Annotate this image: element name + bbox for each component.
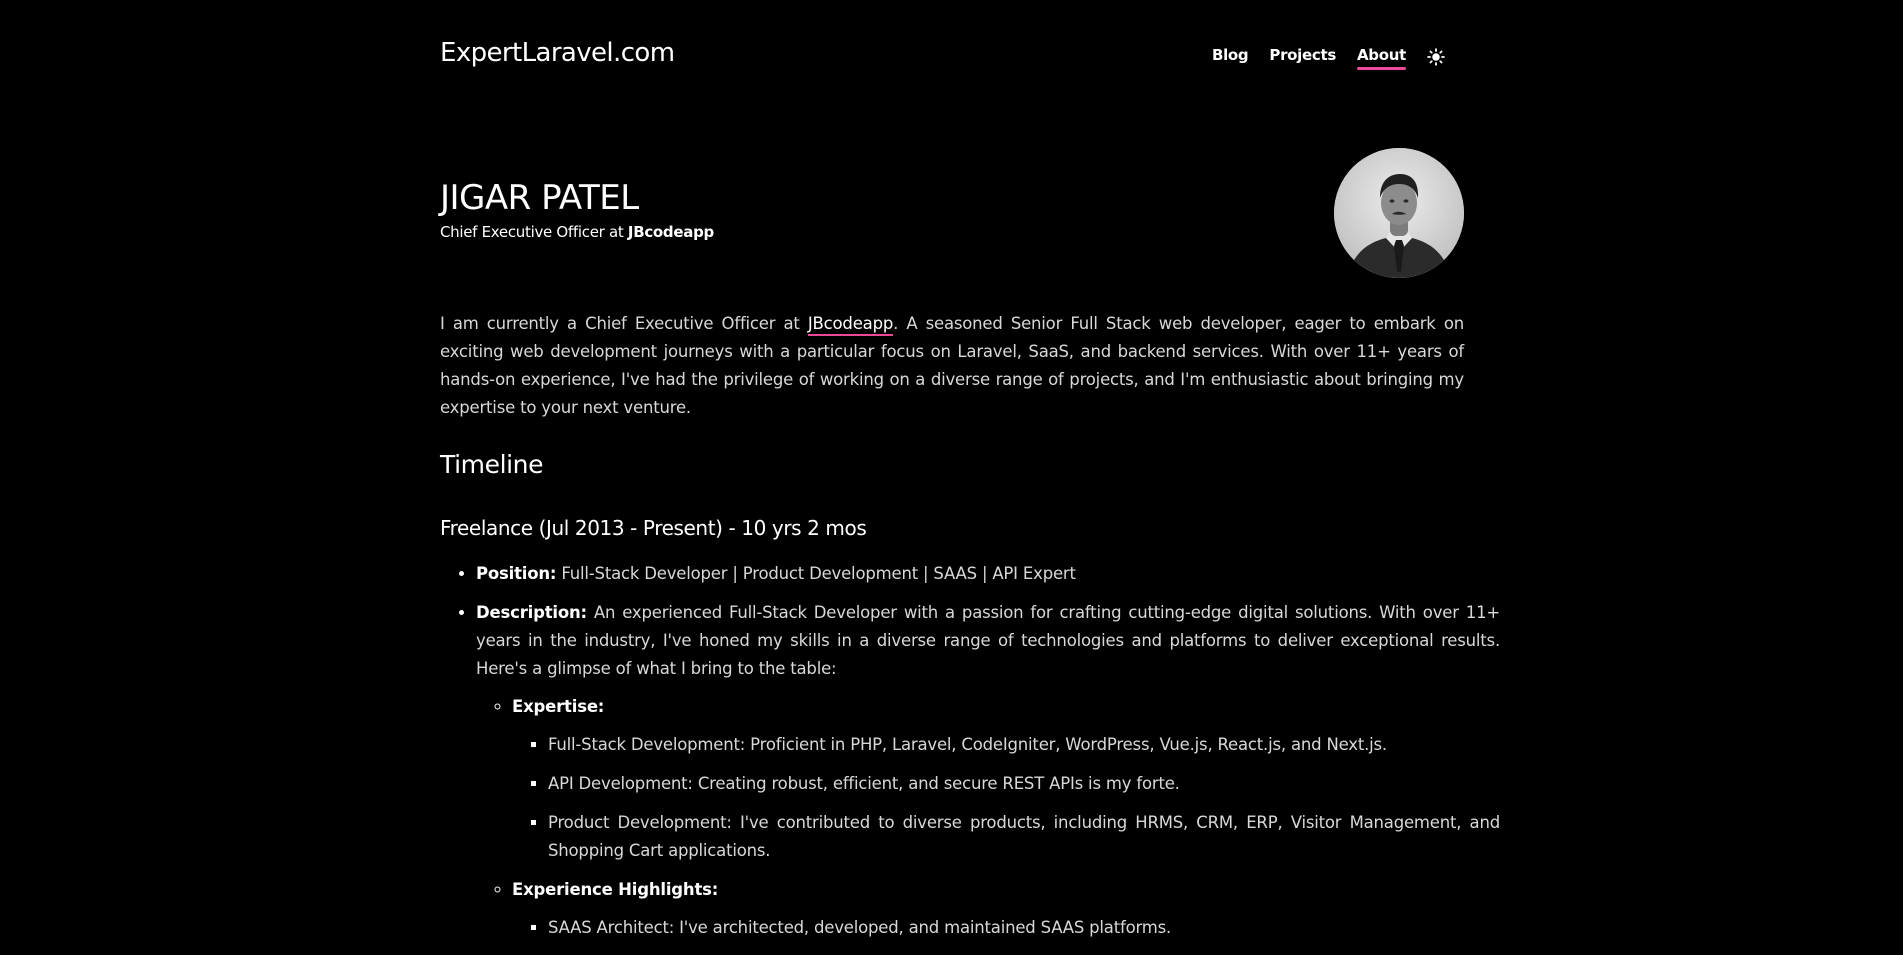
nav-projects-link[interactable]: Projects bbox=[1269, 46, 1336, 68]
expertise-label: Expertise: bbox=[512, 697, 605, 716]
expertise-list: Full-Stack Development: Proficient in PH… bbox=[512, 731, 1500, 865]
list-item: Full-Stack Development: Proficient in PH… bbox=[548, 731, 1500, 759]
list-item: SAAS Architect: I've architected, develo… bbox=[548, 914, 1500, 942]
site-header: ExpertLaravel.com Blog Projects About bbox=[440, 38, 1464, 78]
avatar bbox=[1334, 148, 1464, 278]
list-item: Product Development: I've contributed to… bbox=[548, 809, 1500, 865]
company-link[interactable]: JBcodeapp bbox=[807, 314, 893, 336]
job-title: Freelance (Jul 2013 - Present) - 10 yrs … bbox=[440, 516, 867, 540]
job-details-list: Position: Full-Stack Developer | Product… bbox=[440, 560, 1500, 953]
profile-role-prefix: Chief Executive Officer at bbox=[440, 223, 624, 241]
list-item: API Development: Creating robust, effici… bbox=[548, 770, 1500, 798]
list-item-description: Description: An experienced Full-Stack D… bbox=[476, 599, 1500, 942]
list-item-expertise: Expertise: Full-Stack Development: Profi… bbox=[512, 693, 1500, 865]
highlights-label: Experience Highlights: bbox=[512, 880, 719, 899]
nav-blog-link[interactable]: Blog bbox=[1212, 46, 1249, 68]
position-label: Position: bbox=[476, 564, 557, 583]
profile-role: Chief Executive Officer at JBcodeapp bbox=[440, 223, 714, 241]
timeline-heading: Timeline bbox=[440, 450, 544, 479]
sun-icon bbox=[1427, 48, 1445, 66]
list-item-highlights: Experience Highlights: SAAS Architect: I… bbox=[512, 876, 1500, 942]
profile-name: JIGAR PATEL bbox=[440, 178, 639, 218]
description-sublist: Expertise: Full-Stack Development: Profi… bbox=[476, 693, 1500, 942]
main-nav: Blog Projects About bbox=[1191, 46, 1464, 70]
profile-company: JBcodeapp bbox=[627, 223, 714, 241]
theme-toggle-button[interactable] bbox=[1426, 47, 1446, 67]
highlights-list: SAAS Architect: I've architected, develo… bbox=[512, 914, 1500, 942]
description-value: An experienced Full-Stack Developer with… bbox=[476, 603, 1501, 678]
position-value: Full-Stack Developer | Product Developme… bbox=[561, 564, 1076, 583]
description-label: Description: bbox=[476, 603, 587, 622]
nav-about-link[interactable]: About bbox=[1356, 46, 1406, 70]
intro-paragraph: I am currently a Chief Executive Officer… bbox=[440, 310, 1464, 422]
intro-text-start: I am currently a Chief Executive Officer… bbox=[440, 314, 808, 333]
list-item-position: Position: Full-Stack Developer | Product… bbox=[476, 560, 1500, 588]
avatar-photo bbox=[1334, 148, 1464, 278]
site-title-link[interactable]: ExpertLaravel.com bbox=[440, 38, 675, 68]
